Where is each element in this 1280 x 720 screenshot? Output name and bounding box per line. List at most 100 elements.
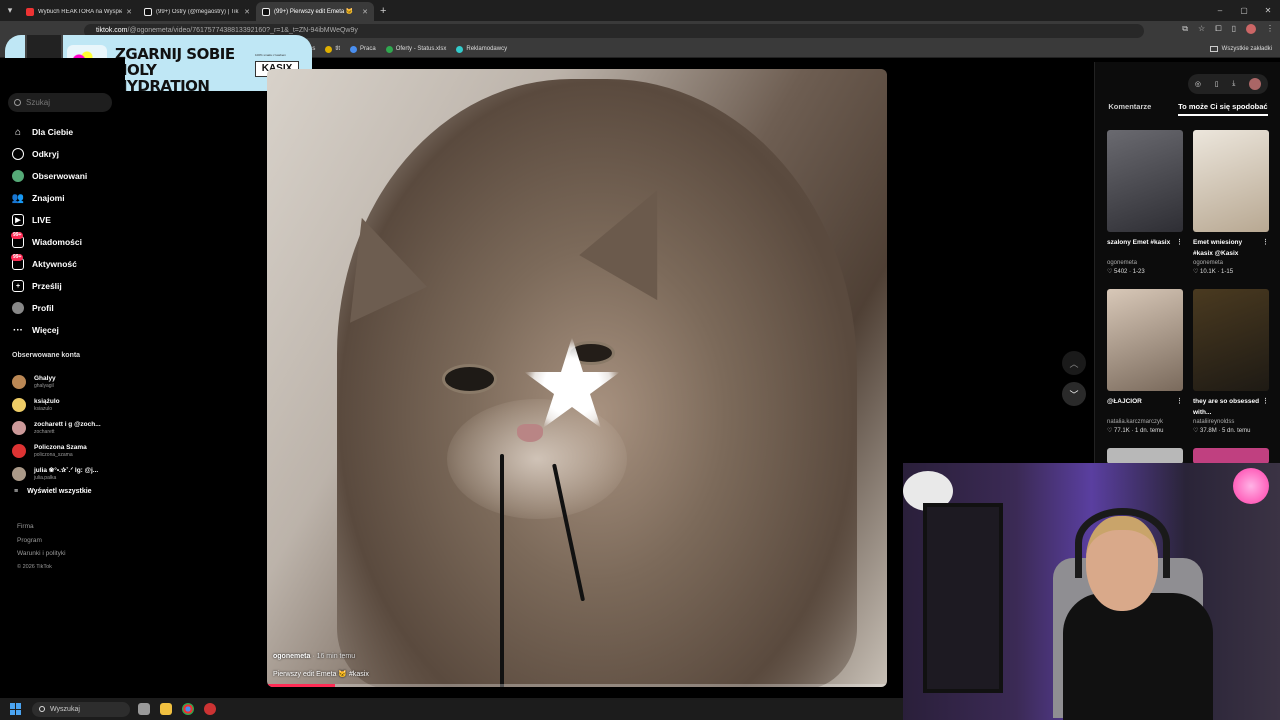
nav-item-profile[interactable]: Profil <box>12 297 87 319</box>
video-thumbnail <box>1193 448 1269 464</box>
chrome-icon[interactable] <box>182 703 194 715</box>
more-options-icon[interactable]: ⋮ <box>1176 237 1183 248</box>
card-user[interactable]: natalia.karczmarczyk <box>1107 418 1183 427</box>
bookmark-item[interactable]: Praca <box>350 45 376 53</box>
followed-account[interactable]: zocharett i g @zoch... zocharett <box>12 416 101 439</box>
video-player[interactable]: ogonemeta · 16 min temu Pierwszy edit Em… <box>267 69 887 687</box>
next-video-button[interactable]: ﹀ <box>1062 382 1086 406</box>
nav-item-live[interactable]: ▶ LIVE <box>12 209 87 231</box>
nav-item-following[interactable]: Obserwowani <box>12 165 87 187</box>
recommended-video-card[interactable]: ⋮ @ŁAJCIOR natalia.karczmarczyk ♡ 77.1K ·… <box>1107 289 1183 436</box>
cat-muzzle <box>447 399 627 519</box>
recommended-video-card[interactable] <box>1193 448 1269 464</box>
sidebar-icon[interactable]: ▯ <box>1232 24 1236 34</box>
video-progress-bar[interactable] <box>267 684 887 687</box>
nav-item-upload[interactable]: + Prześlij <box>12 275 87 297</box>
upload-icon: + <box>12 280 24 292</box>
tab-search-icon[interactable]: ▾ <box>0 0 20 21</box>
explore-icon[interactable]: ◎ <box>1195 80 1201 88</box>
recommended-video-card[interactable]: ⋮ Emet wniesiony #kasix @Kasix ogonemeta … <box>1193 130 1269 277</box>
card-user[interactable]: nataliireynoldss <box>1193 418 1269 427</box>
video-thumbnail <box>1193 289 1269 391</box>
card-user[interactable]: ogonemeta <box>1193 259 1269 268</box>
tab-comments[interactable]: Komentarze <box>1108 102 1151 116</box>
profile-icon <box>12 302 24 314</box>
new-tab-button[interactable]: + <box>380 5 386 17</box>
download-icon[interactable]: ⤓ <box>1232 80 1235 88</box>
activity-badge: 99+ <box>11 254 24 261</box>
tiktok-icon <box>262 7 270 16</box>
more-options-icon[interactable]: ⋮ <box>1176 396 1183 407</box>
show-all-button[interactable]: ≡ Wyświetl wszystkie <box>14 488 92 495</box>
browser-tab-2[interactable]: (99+) Ostry (@megaostry) | TikTok ✕ <box>138 2 256 21</box>
maximize-button[interactable]: ▢ <box>1232 0 1256 21</box>
avatar <box>12 420 26 435</box>
string-toy <box>500 454 504 687</box>
tiktok-sidebar: Szukaj ⌂ Dla Ciebie Odkryj Obserwowani 👥 Z… <box>0 58 125 698</box>
bookmark-star-icon[interactable]: ☆ <box>1198 24 1205 34</box>
user-avatar[interactable] <box>1249 78 1262 90</box>
close-tab-icon[interactable]: ✕ <box>126 8 132 16</box>
nav-item-friends[interactable]: 👥 Znajomi <box>12 187 87 209</box>
search-input[interactable]: Szukaj <box>8 93 112 112</box>
ad-small-text: 100% smaku z kasbem <box>255 53 287 57</box>
followed-account[interactable]: Policzona Szama policzona_szama <box>12 439 101 462</box>
account-handle: ghalyagil <box>34 382 54 389</box>
browser-menu-icon[interactable]: ⋮ <box>1266 24 1274 34</box>
recommended-grid: ⋮ szalony Emet #kasix ogonemeta ♡ 5402 · … <box>1107 130 1272 464</box>
footer-link-terms[interactable]: Warunki i polityki <box>17 547 66 561</box>
panel-tabs: Komentarze To może Ci się spodobać <box>1095 102 1280 116</box>
windows-start-icon[interactable] <box>10 703 22 715</box>
file-explorer-icon[interactable] <box>160 703 172 715</box>
bookmark-item[interactable]: Reklamodawcy <box>456 45 507 53</box>
search-icon <box>14 99 21 106</box>
tab-you-may-like[interactable]: To może Ci się spodobać <box>1178 102 1268 116</box>
browser-tab-1[interactable]: Wybuch REAKTORA na Wyspie ✕ <box>20 2 138 21</box>
followed-account[interactable]: Ghalyy ghalyagil <box>12 370 101 393</box>
minimize-button[interactable]: – <box>1208 0 1232 21</box>
chevron-up-icon: ︿ <box>1069 358 1079 369</box>
task-view-icon[interactable] <box>138 703 150 715</box>
bookmark-item[interactable]: tlt <box>325 45 340 53</box>
card-user[interactable]: ogonemeta <box>1107 259 1183 268</box>
recommended-video-card[interactable] <box>1107 448 1183 464</box>
previous-video-button[interactable]: ︿ <box>1062 351 1086 375</box>
video-thumbnail <box>1107 289 1183 391</box>
more-options-icon[interactable]: ⋮ <box>1262 396 1269 407</box>
footer-link-program[interactable]: Program <box>17 534 66 548</box>
messages-icon: 99+ <box>11 232 24 248</box>
nav-item-explore[interactable]: Odkryj <box>12 143 87 165</box>
browser-tab-3[interactable]: (99+) Pierwszy edit Emeta 🐱 ✕ <box>256 2 374 21</box>
close-window-button[interactable]: ✕ <box>1256 0 1280 21</box>
followed-accounts-list: Ghalyy ghalyagil książulo ksiazulo zochare… <box>12 370 101 485</box>
tab-title: (99+) Pierwszy edit Emeta 🐱 <box>274 9 354 15</box>
more-options-icon[interactable]: ⋮ <box>1262 237 1269 248</box>
followed-account[interactable]: julia ❀°•.✰˚.ᐟ lg: @j... julia.palka <box>12 462 101 485</box>
all-bookmarks-button[interactable]: Wszystkie zakładki <box>1209 46 1272 52</box>
account-name: zocharett i g @zoch... <box>34 420 101 428</box>
close-tab-icon[interactable]: ✕ <box>244 8 250 16</box>
followed-account[interactable]: książulo ksiazulo <box>12 393 101 416</box>
browser-profile-avatar[interactable] <box>1246 24 1256 34</box>
nav-item-activity[interactable]: 99+ Aktywność <box>11 253 87 275</box>
show-all-label: Wyświetl wszystkie <box>27 488 92 495</box>
recommended-video-card[interactable]: ⋮ szalony Emet #kasix ogonemeta ♡ 5402 · … <box>1107 130 1183 277</box>
avatar <box>12 397 26 412</box>
video-author[interactable]: ogonemeta <box>273 653 310 660</box>
close-tab-icon[interactable]: ✕ <box>362 8 368 16</box>
obs-icon[interactable] <box>204 703 216 715</box>
footer-link-company[interactable]: Firma <box>17 520 66 534</box>
nav-item-for-you[interactable]: ⌂ Dla Ciebie <box>12 121 87 143</box>
all-bookmarks-label: Wszystkie zakładki <box>1221 46 1272 52</box>
install-icon[interactable]: ⧉ <box>1182 24 1188 34</box>
url-host: tiktok.com <box>96 27 128 34</box>
nav-item-messages[interactable]: 99+ Wiadomości <box>11 231 87 253</box>
recommended-video-card[interactable]: ⋮ they are so obsessed with... nataliirey… <box>1193 289 1269 436</box>
activity-icon: 99+ <box>11 254 24 270</box>
extensions-icon[interactable]: ⧠ <box>1215 24 1221 34</box>
bookmark-item[interactable]: Oferty - Status.xlsx <box>385 45 446 53</box>
nav-label: Dla Ciebie <box>32 127 74 137</box>
device-icon[interactable]: ▯ <box>1215 80 1219 88</box>
nav-item-more[interactable]: ··· Więcej <box>12 319 87 341</box>
taskbar-search[interactable]: Wyszukaj <box>32 701 130 717</box>
